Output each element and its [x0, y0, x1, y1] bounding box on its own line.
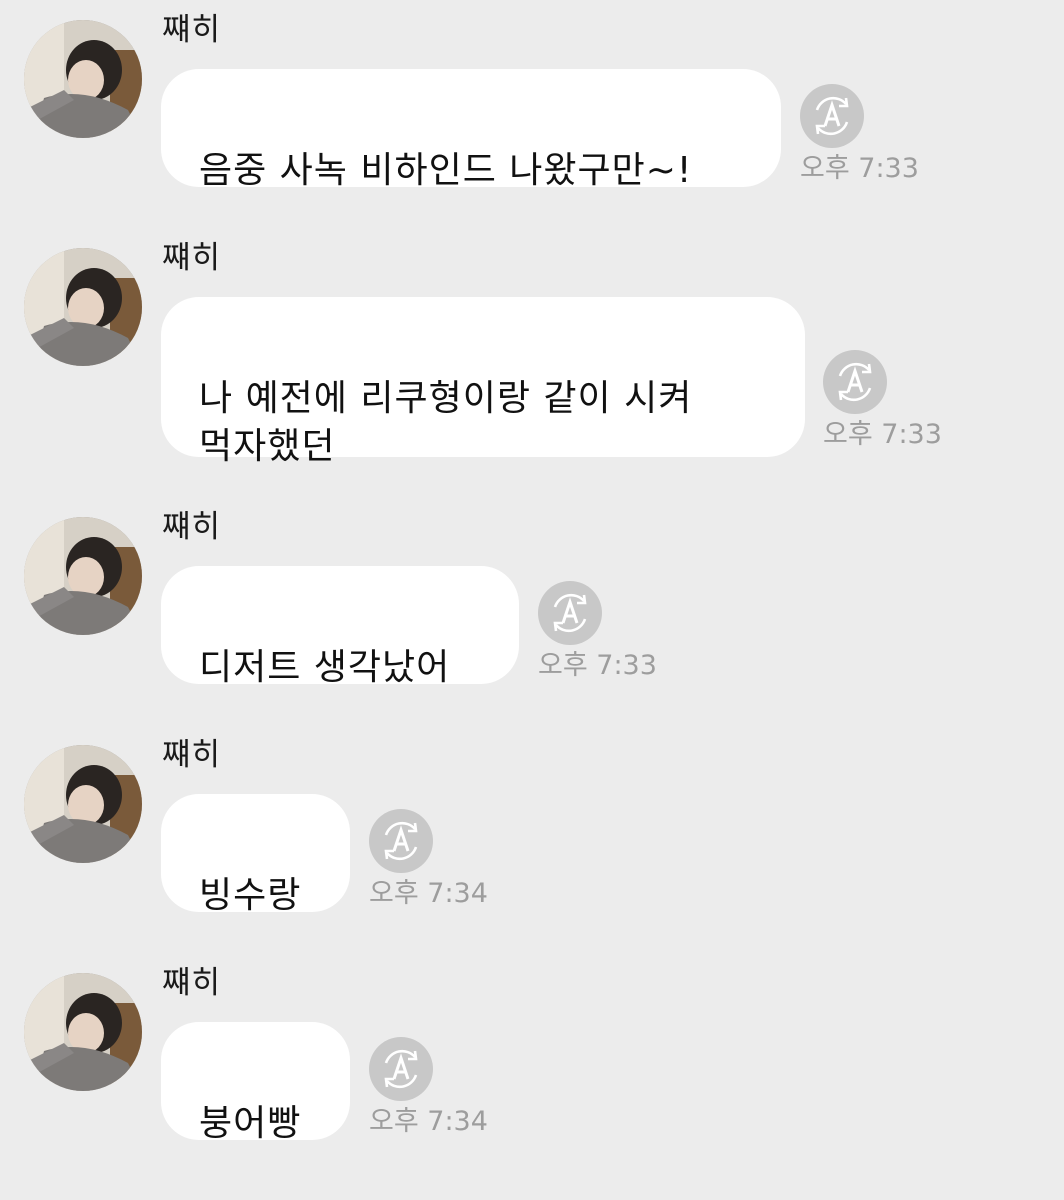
message-bubble[interactable]: 음중 사녹 비하인드 나왔구만~! — [161, 69, 781, 191]
message-row: 쨰히 디저트 생각났어 오후 7:33 — [0, 497, 1064, 697]
message-text: 붕어빵 — [199, 1103, 302, 1144]
message-row: 쨰히 빙수랑 오후 7:34 — [0, 725, 1064, 925]
auto-translate-icon[interactable] — [369, 809, 433, 873]
message-bubble[interactable]: 빙수랑 — [161, 794, 350, 916]
timestamp: 오후 7:33 — [800, 153, 919, 184]
message-text: 음중 사녹 비하인드 나왔구만~! — [199, 150, 693, 191]
sender-name: 쨰히 — [162, 240, 222, 276]
message-bubble[interactable]: 붕어빵 — [161, 1022, 350, 1144]
avatar[interactable] — [24, 248, 142, 366]
profile-photo-icon — [24, 745, 142, 863]
auto-translate-icon[interactable] — [800, 84, 864, 148]
sender-name: 쨰히 — [162, 12, 222, 48]
message-text: 빙수랑 — [199, 875, 302, 916]
timestamp: 오후 7:34 — [369, 878, 488, 909]
profile-photo-icon — [24, 248, 142, 366]
auto-translate-icon[interactable] — [823, 350, 887, 414]
chat-room: 쨰히 음중 사녹 비하인드 나왔구만~! 오후 7:33 쨰히 나 예전에 리쿠… — [0, 0, 1064, 1200]
message-row: 쨰히 음중 사녹 비하인드 나왔구만~! 오후 7:33 — [0, 0, 1064, 200]
profile-photo-icon — [24, 517, 142, 635]
avatar[interactable] — [24, 973, 142, 1091]
auto-translate-icon[interactable] — [538, 581, 602, 645]
message-row: 쨰히 나 예전에 리쿠형이랑 같이 시켜 먹자했던 오후 7:33 — [0, 228, 1064, 468]
sender-name: 쨰히 — [162, 737, 222, 773]
message-bubble[interactable]: 디저트 생각났어 — [161, 566, 519, 688]
profile-photo-icon — [24, 20, 142, 138]
profile-photo-icon — [24, 973, 142, 1091]
message-text: 디저트 생각났어 — [199, 647, 451, 688]
message-text: 나 예전에 리쿠형이랑 같이 시켜 먹자했던 — [199, 378, 693, 467]
message-row: 쨰히 붕어빵 오후 7:34 — [0, 953, 1064, 1153]
auto-translate-icon[interactable] — [369, 1037, 433, 1101]
avatar[interactable] — [24, 745, 142, 863]
timestamp: 오후 7:33 — [823, 419, 942, 450]
message-bubble[interactable]: 나 예전에 리쿠형이랑 같이 시켜 먹자했던 — [161, 297, 805, 467]
timestamp: 오후 7:33 — [538, 650, 657, 681]
avatar[interactable] — [24, 517, 142, 635]
sender-name: 쨰히 — [162, 965, 222, 1001]
avatar[interactable] — [24, 20, 142, 138]
timestamp: 오후 7:34 — [369, 1106, 488, 1137]
sender-name: 쨰히 — [162, 509, 222, 545]
